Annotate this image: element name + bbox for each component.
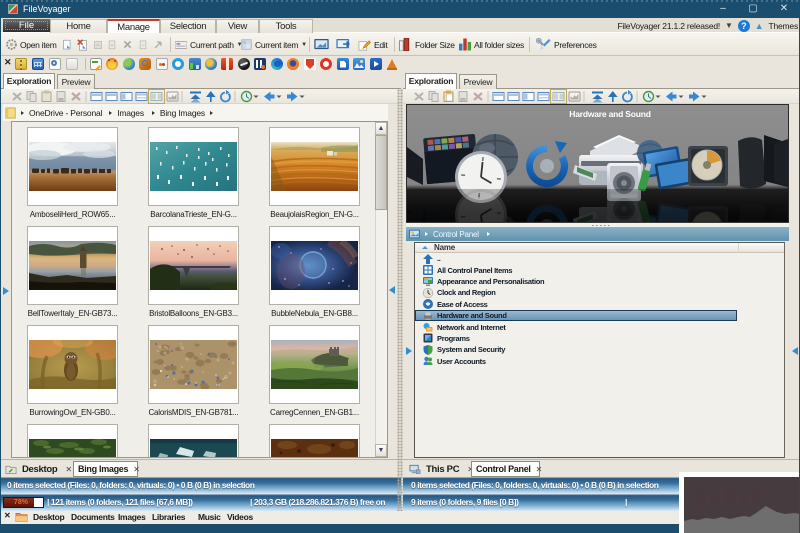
- svg-text:Hardware and Sound: Hardware and Sound: [569, 109, 650, 119]
